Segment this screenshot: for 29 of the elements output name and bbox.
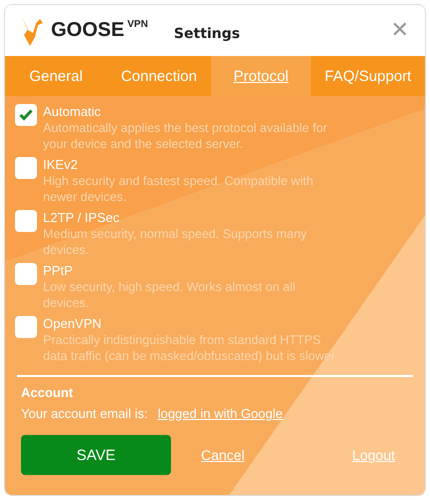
protocol-description: High security and fastest speed. Compatible with newer devices. <box>43 173 314 205</box>
save-button[interactable]: SAVE <box>21 435 171 475</box>
protocol-name: PPtP <box>43 263 74 279</box>
protocol-description: Low security, high speed. Works almost on all devices. <box>43 279 296 311</box>
protocol-name: L2TP / IPSec <box>43 210 120 226</box>
close-button[interactable]: ✕ <box>388 18 411 43</box>
account-heading: Account <box>21 385 74 400</box>
tab[interactable]: Protocol <box>211 56 311 96</box>
tab[interactable]: FAQ/Support <box>311 56 425 96</box>
checkbox[interactable] <box>15 104 37 126</box>
window-title: Settings <box>174 26 240 42</box>
cancel-link[interactable]: Cancel <box>201 447 245 463</box>
protocol-name: OpenVPN <box>43 316 103 332</box>
tab[interactable]: General <box>5 56 107 96</box>
tab[interactable]: Connection <box>107 56 211 96</box>
checkbox[interactable] <box>15 316 37 338</box>
protocol-description: Medium security, normal speed. Supports many devices. <box>43 226 308 258</box>
protocol-name: IKEv2 <box>43 157 79 173</box>
checkbox[interactable] <box>15 157 37 179</box>
logo-suffix: VPN <box>127 19 148 30</box>
checkbox[interactable] <box>15 263 37 285</box>
email-link[interactable]: logged in with Google <box>158 406 283 421</box>
logo-wordmark: GOOSE <box>51 19 124 42</box>
protocol-name: Automatic <box>43 104 102 120</box>
check-icon <box>19 109 33 121</box>
logout-link[interactable]: Logout <box>352 447 395 463</box>
protocol-description: Automatically applies the best protocol available for your device and the selected server. <box>43 120 328 152</box>
checkbox[interactable] <box>15 210 37 232</box>
email-label: Your account email is: <box>21 406 148 421</box>
